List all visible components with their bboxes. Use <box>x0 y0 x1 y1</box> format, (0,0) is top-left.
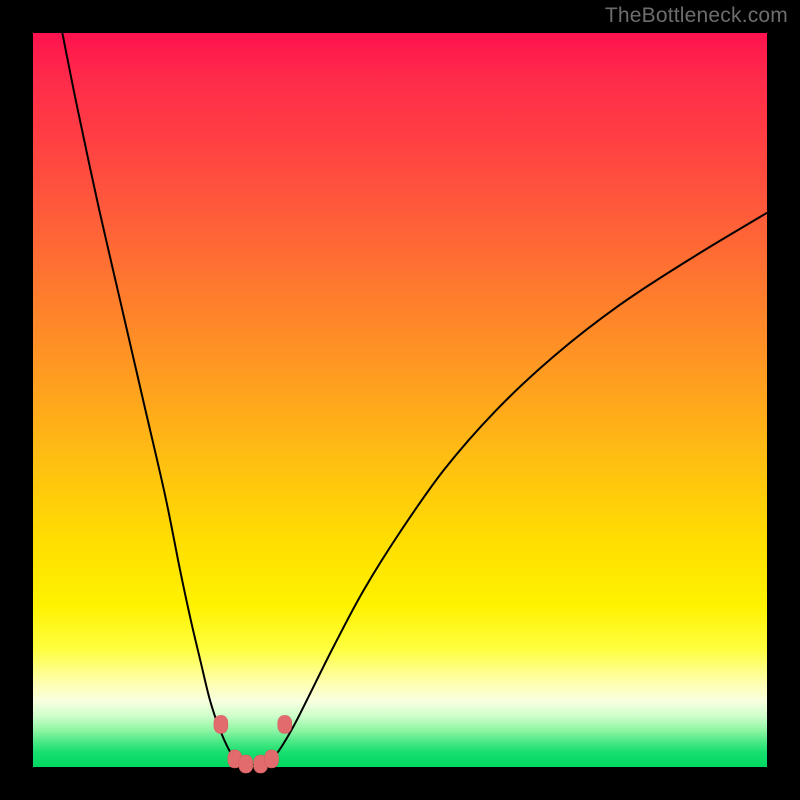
curve-marker <box>214 715 228 733</box>
curve-layer <box>33 33 767 767</box>
bottleneck-curve <box>62 33 767 765</box>
curve-marker <box>239 755 253 773</box>
curve-marker <box>265 750 279 768</box>
watermark-text: TheBottleneck.com <box>605 4 788 28</box>
chart-frame: TheBottleneck.com <box>0 0 800 800</box>
curve-marker <box>278 715 292 733</box>
